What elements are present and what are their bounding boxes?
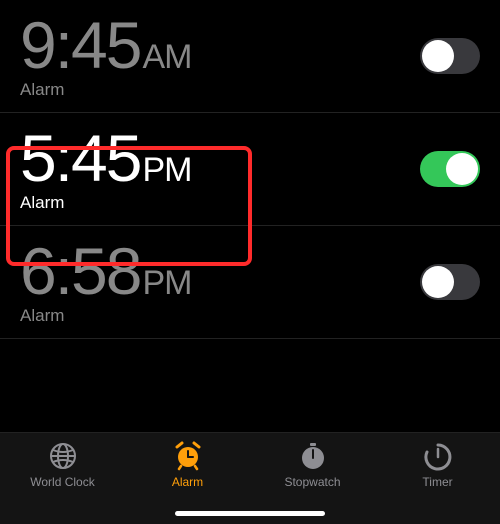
alarm-toggle[interactable] xyxy=(420,264,480,300)
tab-label: World Clock xyxy=(30,475,94,489)
tab-stopwatch[interactable]: Stopwatch xyxy=(269,441,357,489)
tab-alarm[interactable]: Alarm xyxy=(144,441,232,489)
tab-label: Stopwatch xyxy=(284,475,340,489)
alarm-time: 5:45 xyxy=(20,125,140,191)
globe-icon xyxy=(48,441,78,471)
tab-label: Timer xyxy=(422,475,452,489)
timer-icon xyxy=(423,441,453,471)
toggle-knob xyxy=(422,266,454,298)
alarm-info: 5:45 PM Alarm xyxy=(20,125,191,213)
alarm-time: 6:58 xyxy=(20,238,140,304)
toggle-knob xyxy=(422,40,454,72)
alarm-row[interactable]: 9:45 AM Alarm xyxy=(0,0,500,113)
alarm-label: Alarm xyxy=(20,80,191,100)
alarm-row[interactable]: 6:58 PM Alarm xyxy=(0,226,500,339)
alarm-clock-icon xyxy=(173,441,203,471)
home-indicator[interactable] xyxy=(175,511,325,516)
alarm-label: Alarm xyxy=(20,306,191,326)
tab-label: Alarm xyxy=(172,475,203,489)
alarm-toggle[interactable] xyxy=(420,151,480,187)
stopwatch-icon xyxy=(298,441,328,471)
alarm-toggle[interactable] xyxy=(420,38,480,74)
alarm-period: PM xyxy=(142,151,191,190)
tab-world-clock[interactable]: World Clock xyxy=(19,441,107,489)
alarm-period: AM xyxy=(142,38,191,77)
alarm-time: 9:45 xyxy=(20,12,140,78)
alarm-list: 9:45 AM Alarm 5:45 PM Alarm 6:58 PM Ala xyxy=(0,0,500,339)
alarm-row[interactable]: 5:45 PM Alarm xyxy=(0,113,500,226)
alarm-info: 9:45 AM Alarm xyxy=(20,12,191,100)
alarm-period: PM xyxy=(142,264,191,303)
toggle-knob xyxy=(446,153,478,185)
alarm-label: Alarm xyxy=(20,193,191,213)
tab-timer[interactable]: Timer xyxy=(394,441,482,489)
alarm-info: 6:58 PM Alarm xyxy=(20,238,191,326)
